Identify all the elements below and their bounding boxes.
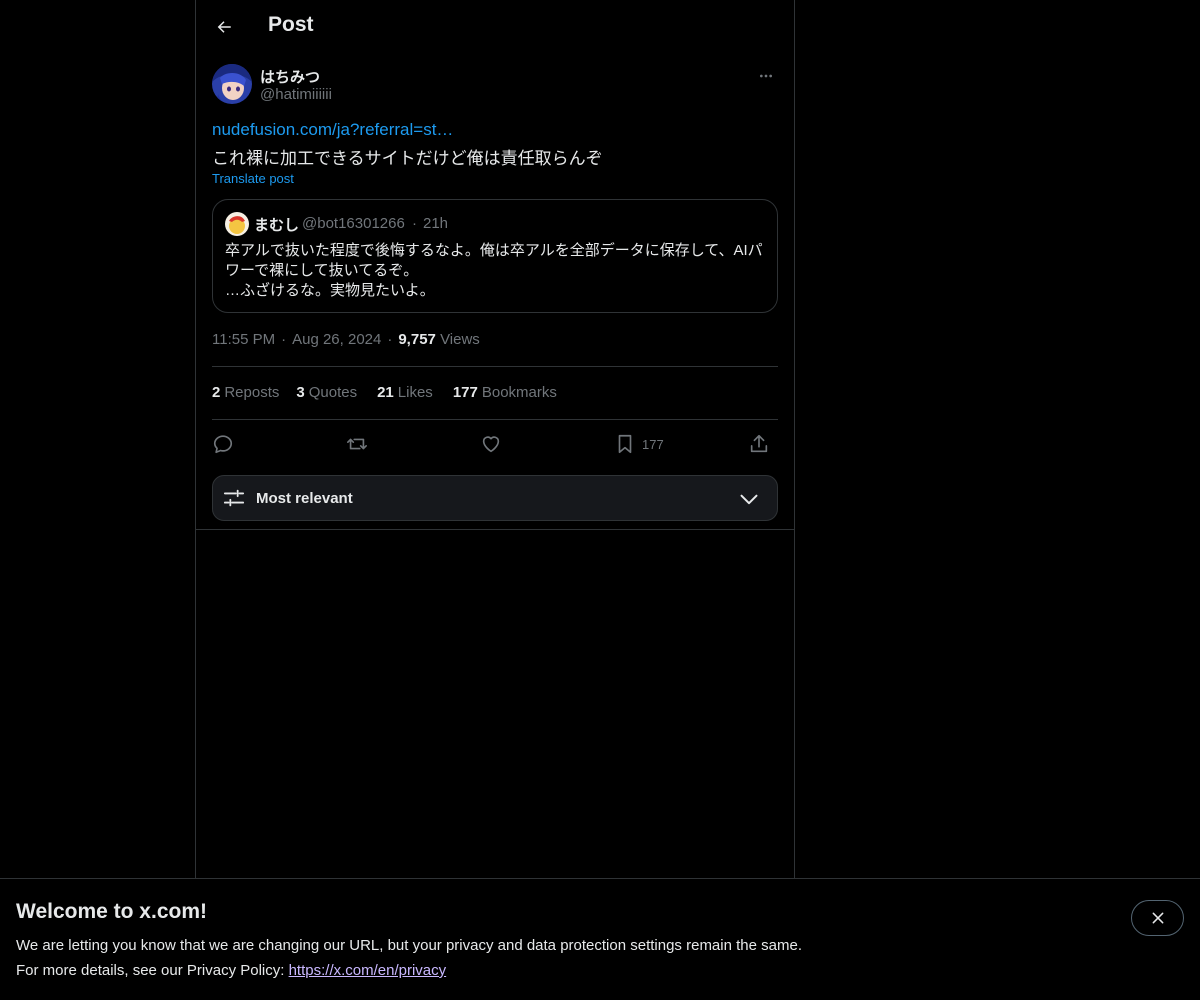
stat-likes[interactable]: 21 Likes <box>377 384 433 401</box>
reply-button[interactable] <box>212 428 234 460</box>
divider <box>196 529 794 530</box>
quote-author-handle: @bot16301266 <box>302 215 405 232</box>
banner-details: For more details, see our Privacy Policy… <box>16 962 447 979</box>
share-icon <box>750 434 768 453</box>
more-button[interactable] <box>754 66 778 86</box>
quote-time: 21h <box>423 215 449 232</box>
stat-reposts[interactable]: 2 Reposts <box>212 384 279 401</box>
post-link[interactable]: nudefusion.com/ja?referral=st… <box>212 120 453 140</box>
stat-quotes[interactable]: 3 Quotes <box>296 384 357 401</box>
views-count: 9,757 <box>398 331 436 348</box>
quote-avatar <box>225 212 249 236</box>
header: Post <box>196 0 794 54</box>
bookmark-icon <box>618 434 632 454</box>
quote-separator: · <box>412 215 417 232</box>
welcome-banner: Welcome to x.com! We are letting you kno… <box>0 878 1200 1000</box>
avatar[interactable] <box>212 64 252 104</box>
share-button[interactable] <box>748 428 770 460</box>
author-name[interactable]: はちみつ <box>260 66 320 87</box>
sort-replies-dropdown[interactable]: Most relevant <box>212 475 778 521</box>
quote-text: 卒アルで抜いた程度で後悔するなよ。俺は卒アルを全部データに保存して、AIパワーで… <box>225 242 763 299</box>
more-horizontal-icon <box>760 74 772 78</box>
privacy-policy-link[interactable]: https://x.com/en/privacy <box>289 962 447 979</box>
bookmark-count: 177 <box>642 436 664 452</box>
post-time[interactable]: 11:55 PM <box>212 331 275 348</box>
post-text: これ裸に加工できるサイトだけど俺は責任取らんぞ <box>212 149 603 168</box>
meta-separator: · <box>281 331 287 348</box>
banner-title: Welcome to x.com! <box>16 900 207 923</box>
author-handle[interactable]: @hatimiiiiii <box>260 86 332 103</box>
sliders-icon <box>223 489 245 507</box>
divider <box>212 419 778 420</box>
post-author: はちみつ @hatimiiiiii <box>212 64 778 108</box>
page-title: Post <box>268 13 314 36</box>
close-banner-button[interactable] <box>1131 900 1184 936</box>
meta-separator: · <box>387 331 393 348</box>
reply-icon <box>213 435 233 454</box>
primary-column: Post はちみつ @hatimiiiiii nudefusion.com/ja… <box>195 0 795 879</box>
views-label: Views <box>440 331 480 348</box>
heart-icon <box>482 436 500 453</box>
stat-bookmarks[interactable]: 177 Bookmarks <box>453 384 557 401</box>
quote-author-name: まむし <box>254 217 300 234</box>
post-meta: 11:55 PM · Aug 26, 2024 · 9,757 Views <box>212 331 480 348</box>
repost-button[interactable] <box>346 428 368 460</box>
action-bar: 177 <box>212 428 778 460</box>
banner-message: We are letting you know that we are chan… <box>16 937 802 954</box>
repost-icon <box>347 438 367 450</box>
translate-post-link[interactable]: Translate post <box>212 171 294 186</box>
arrow-left-icon <box>217 21 231 33</box>
like-button[interactable] <box>480 428 502 460</box>
quoted-post[interactable]: まむし @bot16301266 · 21h 卒アルで抜いた程度で後悔するなよ。… <box>212 199 778 313</box>
divider <box>212 366 778 367</box>
close-icon <box>1152 912 1163 924</box>
chevron-down-icon <box>740 494 758 505</box>
post-date[interactable]: Aug 26, 2024 <box>292 331 381 348</box>
post-stats: 2 Reposts 3 Quotes 21 Likes 177 Bookmarks <box>212 384 557 401</box>
sort-label: Most relevant <box>256 490 353 507</box>
bookmark-button[interactable]: 177 <box>614 428 664 460</box>
back-button[interactable] <box>208 9 240 45</box>
